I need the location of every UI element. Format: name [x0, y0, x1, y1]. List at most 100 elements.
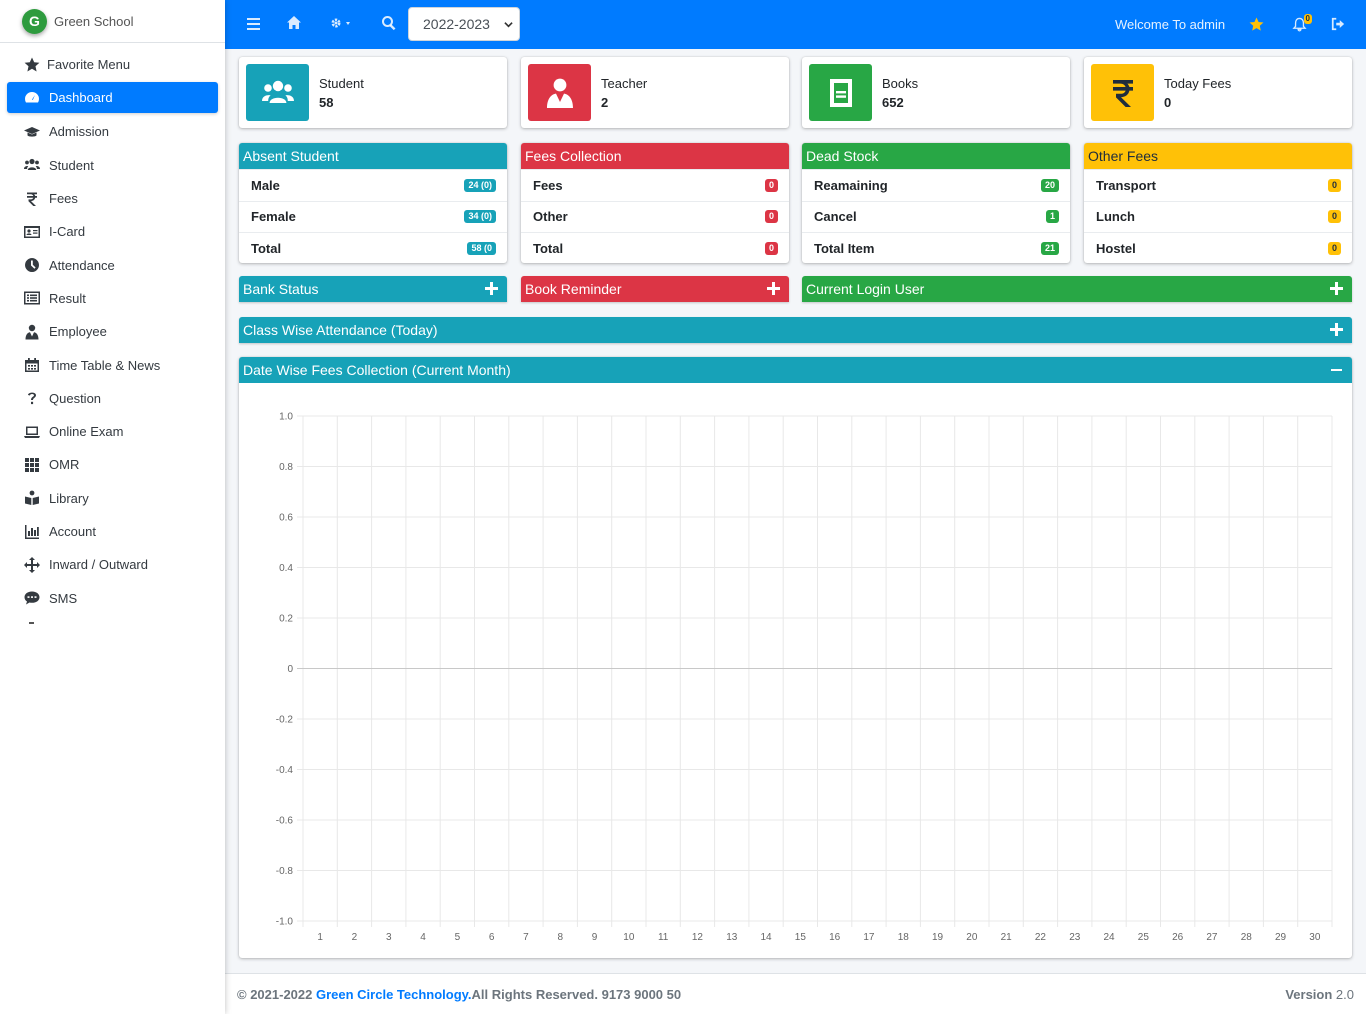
- sidebar-item-library[interactable]: Library: [7, 482, 218, 515]
- stat-card-header: Absent Student: [239, 143, 507, 169]
- search-icon[interactable]: [381, 15, 397, 31]
- sidebar-item-i-card[interactable]: I-Card: [7, 215, 218, 248]
- current-login-user-panel[interactable]: Current Login User: [802, 276, 1352, 302]
- chart-x-tick-label: 23: [1069, 932, 1081, 943]
- chart-x-tick-label: 28: [1241, 932, 1253, 943]
- academic-year-select[interactable]: 2022-2023: [408, 7, 520, 41]
- sidebar-item-time-table-news[interactable]: Time Table & News: [7, 348, 218, 381]
- footer-company-link[interactable]: Green Circle Technology.: [316, 987, 472, 1002]
- stat-row-label: Transport: [1096, 177, 1156, 193]
- stat-card-row: Reamaining 20: [802, 169, 1070, 201]
- brand[interactable]: G Green School: [0, 0, 225, 43]
- rupee-icon: [1107, 77, 1139, 109]
- sidebar-item-label: Employee: [49, 324, 107, 340]
- logout-icon[interactable]: [1331, 17, 1345, 31]
- sidebar-item-question[interactable]: Question: [7, 382, 218, 415]
- collapse-minus-icon[interactable]: [1331, 369, 1342, 371]
- info-box-books[interactable]: Books 652: [802, 57, 1070, 128]
- sidebar-item-attendance[interactable]: Attendance: [7, 248, 218, 281]
- settings-dropdown-icon[interactable]: [329, 15, 353, 31]
- chart-y-tick-label: 1.0: [279, 412, 293, 423]
- stat-row-badge: 58 (0: [467, 241, 496, 255]
- stat-row-label: Hostel: [1096, 240, 1136, 256]
- stat-card-row: Female 34 (0): [239, 200, 507, 233]
- stat-row-label: Other: [533, 209, 568, 225]
- chart-x-tick-label: 27: [1206, 932, 1218, 943]
- stat-row-badge: 0: [764, 241, 778, 255]
- chart-x-tick-label: 12: [692, 932, 704, 943]
- chart-x-tick-label: 29: [1275, 932, 1287, 943]
- sidebar-item-dashboard[interactable]: Dashboard: [7, 82, 218, 114]
- chart-x-tick-label: 26: [1172, 932, 1184, 943]
- arrows-icon: [22, 556, 42, 573]
- info-box-label: Books: [882, 75, 919, 91]
- chart-y-tick-label: -0.8: [276, 866, 294, 877]
- sidebar-item-omr[interactable]: OMR: [7, 448, 218, 481]
- sidebar-item-sms[interactable]: SMS: [7, 581, 218, 614]
- info-box-icon-bg: [809, 64, 872, 121]
- sidebar: G Green School Favorite Menu Dashboard Adm…: [0, 0, 225, 1014]
- chart-x-tick-label: 18: [898, 932, 910, 943]
- chart-x-tick-label: 2: [352, 932, 358, 943]
- sidebar-item-label: Result: [49, 290, 86, 306]
- stat-row-badge: 0: [1327, 241, 1341, 255]
- chart-y-tick-label: 0.4: [279, 563, 293, 574]
- sidebar-item-online-exam[interactable]: Online Exam: [7, 415, 218, 448]
- list-icon: [22, 290, 42, 306]
- class-attendance-panel[interactable]: Class Wise Attendance (Today): [239, 317, 1352, 343]
- graduation-cap-icon: [22, 124, 42, 140]
- home-icon[interactable]: [286, 15, 302, 31]
- sidebar-item-admission[interactable]: Admission: [7, 115, 218, 148]
- chart-panel-header[interactable]: Date Wise Fees Collection (Current Month…: [239, 357, 1352, 383]
- sidebar-item-label: Question: [49, 390, 102, 406]
- bank-status-panel[interactable]: Bank Status: [239, 276, 507, 302]
- stat-card-row: Cancel 1: [802, 200, 1070, 233]
- chart-x-tick-label: 17: [863, 932, 875, 943]
- sidebar-item-fees[interactable]: Fees: [7, 182, 218, 215]
- info-box-icon-bg: [246, 64, 309, 121]
- sidebar-item-label: Account: [49, 524, 96, 539]
- sidebar-item-inward-outward[interactable]: Inward / Outward: [7, 548, 218, 581]
- stat-row-label: Lunch: [1096, 209, 1135, 225]
- grid-icon: [22, 457, 42, 473]
- stat-row-badge: 34 (0): [464, 210, 496, 224]
- stat-card-row: Total 58 (0: [239, 232, 507, 263]
- hamburger-menu-icon[interactable]: [246, 16, 262, 32]
- chart-x-tick-label: 4: [420, 932, 426, 943]
- stat-row-badge: 21: [1040, 241, 1059, 255]
- stat-row-badge: 0: [1327, 178, 1341, 192]
- footer-rights: All Rights Reserved. 9173 9000 50: [471, 986, 682, 1002]
- info-box-value: 2: [601, 94, 609, 110]
- academic-year-value: 2022-2023: [423, 16, 490, 32]
- stat-card-row: Total 0: [521, 232, 789, 263]
- info-box-student[interactable]: Student 58: [239, 57, 507, 128]
- chart-x-tick-label: 21: [1001, 932, 1013, 943]
- fees-collection-chart-panel: Date Wise Fees Collection (Current Month…: [239, 357, 1352, 958]
- stat-card-title: Fees Collection: [525, 148, 622, 164]
- sidebar-item-employee[interactable]: Employee: [7, 315, 218, 348]
- notifications-bell-icon[interactable]: 0: [1292, 14, 1312, 32]
- info-box-today-fees[interactable]: Today Fees 0: [1084, 57, 1352, 128]
- sidebar-item-student[interactable]: Student: [7, 149, 218, 182]
- sidebar-item-result[interactable]: Result: [7, 282, 218, 315]
- stat-card-other-fees: Other Fees Transport 0 Lunch 0 Hostel 0: [1084, 143, 1352, 263]
- stat-card-row: Other 0: [521, 200, 789, 233]
- stat-row-badge: 20: [1040, 178, 1059, 192]
- expand-plus-icon[interactable]: [1330, 323, 1343, 336]
- sidebar-item-account[interactable]: Account: [7, 515, 218, 548]
- expand-plus-icon[interactable]: [485, 282, 498, 295]
- favorite-star-icon[interactable]: [1249, 17, 1264, 32]
- sidebar-item-label: Inward / Outward: [49, 557, 148, 573]
- stat-card-row: Male 24 (0): [239, 169, 507, 201]
- stat-card-dead-stock: Dead Stock Reamaining 20 Cancel 1 Total Item 2…: [802, 143, 1070, 263]
- book-reminder-panel[interactable]: Book Reminder: [521, 276, 789, 302]
- chart-y-tick-label: -1.0: [276, 917, 294, 928]
- sidebar-item-favorite-menu[interactable]: Favorite Menu: [7, 48, 218, 81]
- expand-plus-icon[interactable]: [1330, 282, 1343, 295]
- expand-plus-icon[interactable]: [767, 282, 780, 295]
- clock-icon: [22, 257, 42, 273]
- info-box-teacher[interactable]: Teacher 2: [521, 57, 789, 128]
- rupee-icon: [22, 191, 42, 207]
- info-box-label: Student: [319, 75, 364, 91]
- tachometer-icon: [22, 90, 42, 106]
